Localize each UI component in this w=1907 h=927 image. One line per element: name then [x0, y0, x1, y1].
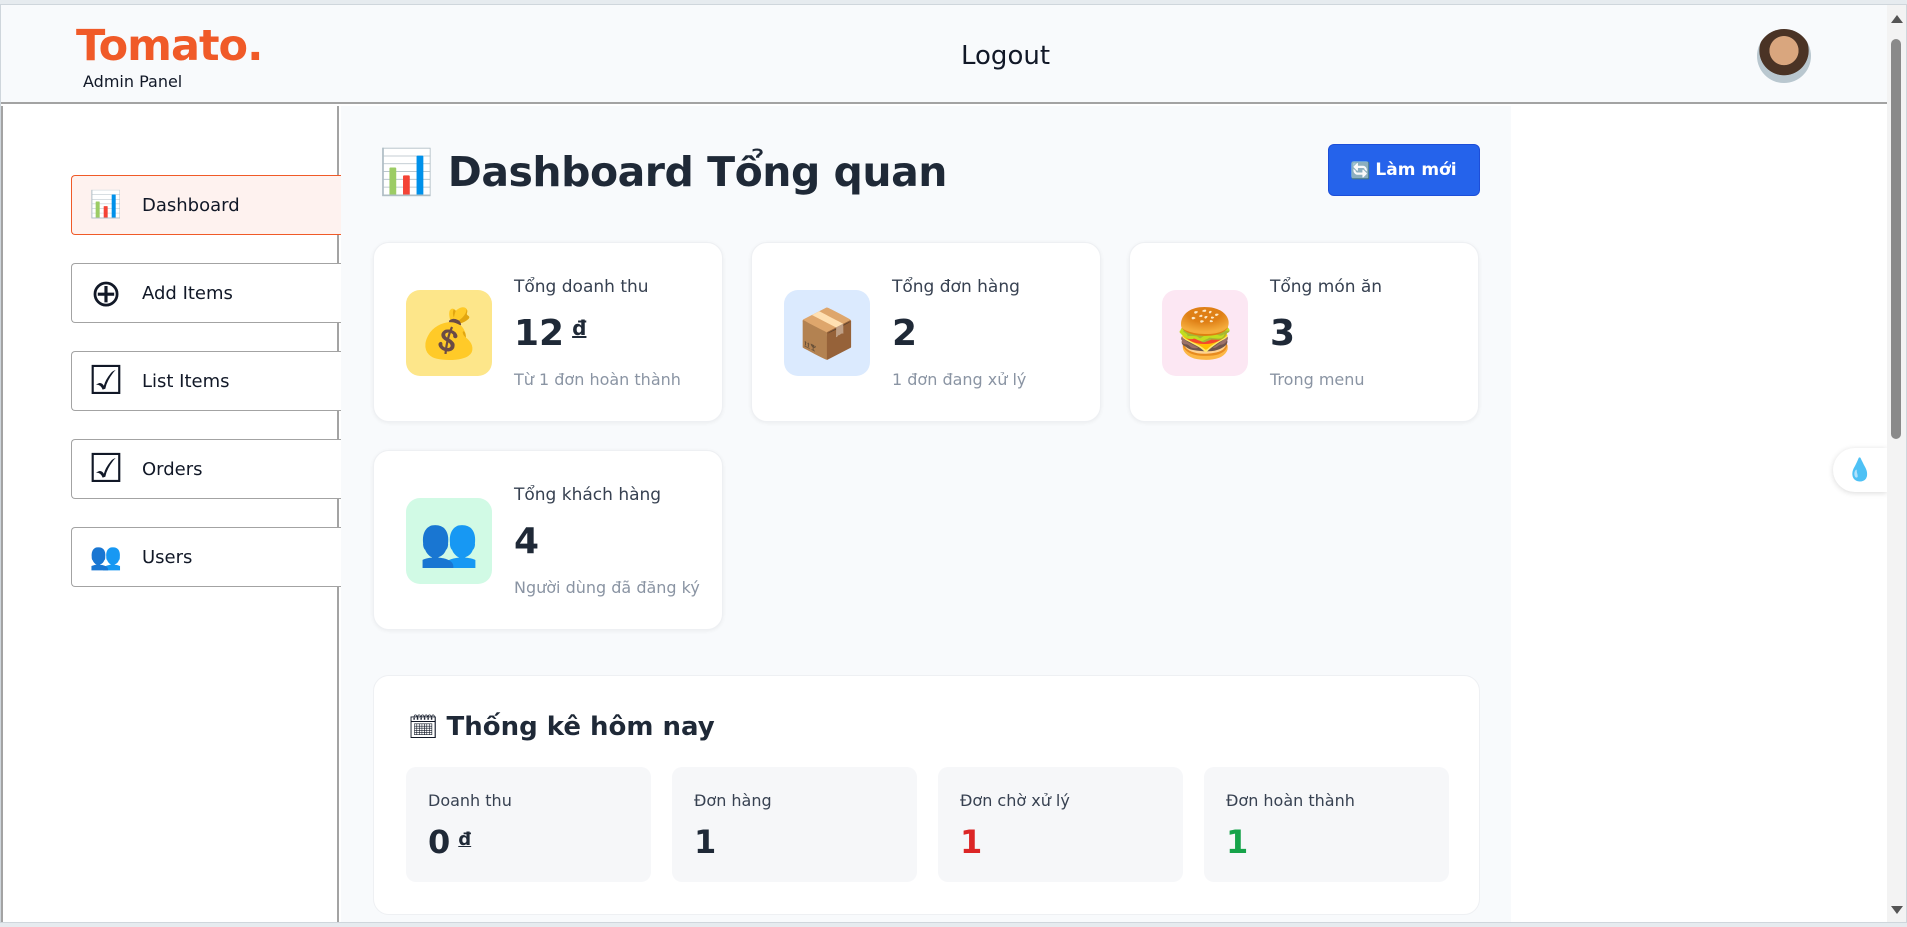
stat-value: 0đ [428, 823, 471, 861]
vertical-scrollbar[interactable] [1887, 5, 1906, 922]
page-title: 📊 Dashboard Tổng quan [379, 146, 947, 198]
stat-value: 1 [960, 823, 983, 861]
stat-card-customers: 👥 Tổng khách hàng 4 Người dùng đã đăng k… [373, 450, 723, 630]
card-label: Tổng đơn hàng [892, 277, 1020, 297]
sidebar-item-add-items[interactable]: ⊕ Add Items [71, 263, 341, 323]
package-icon: 📦 [784, 290, 870, 376]
today-stat-revenue: Doanh thu 0đ [406, 767, 651, 882]
scroll-down-arrow-icon[interactable] [1891, 906, 1903, 914]
browser-window: Tomato. Admin Panel Logout 📊 Dashboard ⊕… [0, 4, 1907, 923]
water-drop-icon[interactable]: 💧 [1833, 448, 1887, 492]
sidebar-item-orders[interactable]: ☑ Orders [71, 439, 341, 499]
checkbox-icon: ☑ [88, 358, 124, 404]
card-subtitle: Trong menu [1270, 370, 1365, 389]
bar-chart-icon: 📊 [89, 190, 123, 220]
users-icon: 👥 [406, 498, 492, 584]
logo[interactable]: Tomato. Admin Panel [76, 21, 263, 92]
sidebar-item-label: Orders [142, 458, 203, 480]
today-stats-title-text: Thống kê hôm nay [446, 712, 715, 742]
card-value-number: 12 [514, 313, 565, 354]
today-stat-orders: Đơn hàng 1 [672, 767, 917, 882]
stat-label: Doanh thu [428, 791, 512, 810]
stat-label: Đơn chờ xử lý [960, 791, 1070, 810]
main-content: 📊 Dashboard Tổng quan 🔄 Làm mới 💰 Tổng d… [341, 106, 1511, 922]
stat-value-number: 0 [428, 823, 451, 861]
card-value: 3 [1270, 313, 1296, 354]
currency-symbol: đ [572, 316, 587, 340]
burger-icon: 🍔 [1162, 290, 1248, 376]
card-subtitle: Từ 1 đơn hoàn thành [514, 370, 681, 389]
card-label: Tổng món ăn [1270, 277, 1383, 297]
logo-name: Tomato. [76, 21, 263, 71]
stat-card-food-items: 🍔 Tổng món ăn 3 Trong menu [1129, 242, 1479, 422]
today-stats-panel: 🗓 Thống kê hôm nay Doanh thu 0đ Đơn hàng… [373, 675, 1480, 915]
sidebar-item-users[interactable]: 👥 Users [71, 527, 341, 587]
today-stat-completed: Đơn hoàn thành 1 [1204, 767, 1449, 882]
sidebar-item-label: Add Items [142, 282, 233, 304]
card-value: 4 [514, 521, 540, 562]
scroll-up-arrow-icon[interactable] [1891, 15, 1903, 23]
sidebar-item-list-items[interactable]: ☑ List Items [71, 351, 341, 411]
sidebar-item-label: List Items [142, 370, 230, 392]
page-title-text: Dashboard Tổng quan [447, 148, 948, 196]
users-icon: 👥 [89, 542, 123, 572]
card-label: Tổng khách hàng [514, 485, 662, 505]
stat-value: 1 [694, 823, 717, 861]
card-label: Tổng doanh thu [514, 277, 649, 297]
stat-card-revenue: 💰 Tổng doanh thu 12 đ Từ 1 đơn hoàn thành [373, 242, 723, 422]
logout-button[interactable]: Logout [961, 41, 1050, 71]
currency-symbol: đ [458, 829, 472, 850]
card-subtitle: 1 đơn đang xử lý [892, 370, 1027, 389]
refresh-button-label: Làm mới [1375, 160, 1457, 180]
sidebar: 📊 Dashboard ⊕ Add Items ☑ List Items ☑ O… [1, 106, 341, 922]
bar-chart-icon: 📊 [379, 147, 434, 198]
stat-label: Đơn hàng [694, 791, 772, 810]
card-subtitle: Người dùng đã đăng ký [514, 578, 700, 597]
sidebar-item-label: Users [142, 546, 193, 568]
sidebar-item-label: Dashboard [142, 194, 240, 216]
card-value: 12 đ [514, 313, 586, 354]
add-circle-icon: ⊕ [90, 271, 122, 315]
checkbox-icon: ☑ [88, 446, 124, 492]
calendar-icon: 🗓 [408, 713, 439, 741]
sidebar-item-dashboard[interactable]: 📊 Dashboard [71, 175, 341, 235]
stat-value: 1 [1226, 823, 1249, 861]
card-value: 2 [892, 313, 918, 354]
today-stats-title: 🗓 Thống kê hôm nay [408, 712, 715, 742]
money-bag-icon: 💰 [406, 290, 492, 376]
avatar[interactable] [1757, 29, 1811, 83]
top-navbar: Tomato. Admin Panel Logout [1, 5, 1887, 104]
refresh-icon: 🔄 [1350, 160, 1371, 180]
stat-label: Đơn hoàn thành [1226, 791, 1355, 810]
today-stat-pending: Đơn chờ xử lý 1 [938, 767, 1183, 882]
refresh-button[interactable]: 🔄 Làm mới [1328, 144, 1480, 196]
logo-subtitle: Admin Panel [83, 72, 183, 91]
stat-card-orders: 📦 Tổng đơn hàng 2 1 đơn đang xử lý [751, 242, 1101, 422]
scroll-thumb[interactable] [1891, 39, 1901, 439]
